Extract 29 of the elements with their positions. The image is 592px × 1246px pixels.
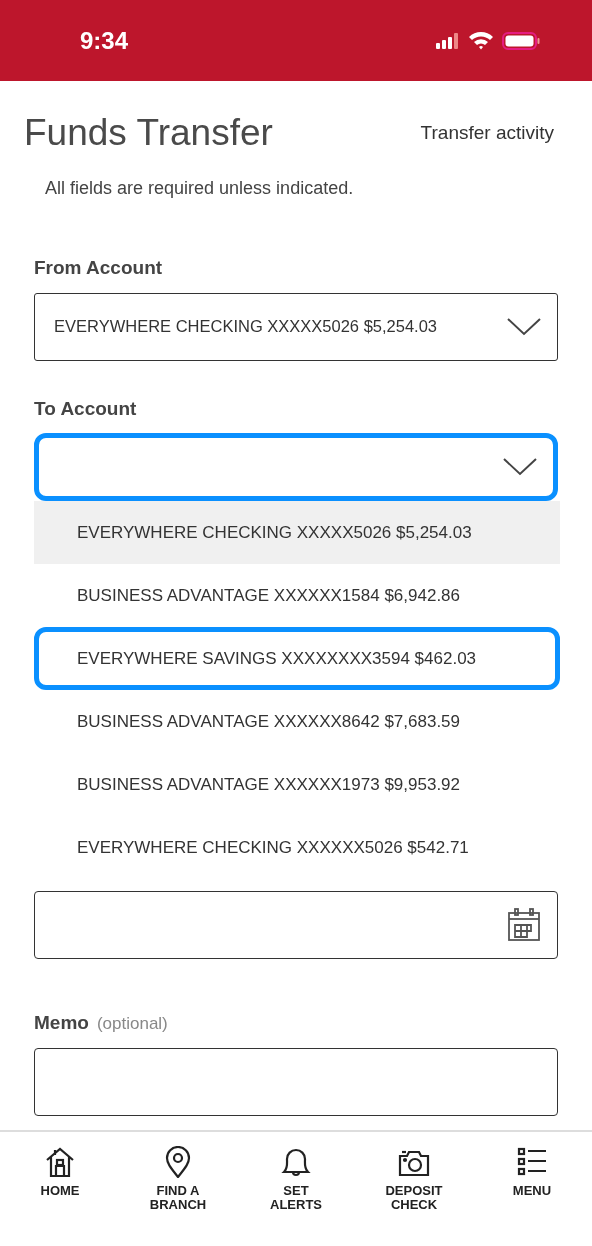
nav-tab[interactable]: HOME bbox=[14, 1146, 106, 1246]
battery-icon bbox=[502, 31, 540, 50]
house-icon bbox=[44, 1146, 76, 1178]
chevron-down-icon bbox=[503, 458, 537, 476]
wifi-icon bbox=[468, 31, 494, 50]
clock-time: 9:34 bbox=[80, 25, 129, 56]
calendar-icon bbox=[507, 908, 541, 942]
field-label: Memo bbox=[34, 1011, 89, 1035]
signal-icon bbox=[436, 32, 460, 49]
to-account-dropdown[interactable] bbox=[34, 433, 558, 501]
transfer-activity-link[interactable]: Transfer activity bbox=[420, 118, 554, 148]
account-option[interactable]: EVERYWHERE CHECKING XXXXX5026 $5,254.03 bbox=[34, 501, 560, 564]
date-field[interactable] bbox=[34, 891, 558, 959]
nav-tab[interactable]: DEPOSIT CHECK bbox=[368, 1146, 460, 1246]
page-title: Funds Transfer bbox=[24, 111, 273, 155]
nav-tab[interactable]: MENU bbox=[486, 1146, 578, 1246]
bell-icon bbox=[280, 1146, 312, 1178]
optional-hint: (optional) bbox=[96, 1013, 168, 1035]
list-icon bbox=[516, 1146, 548, 1178]
field-label: From Account bbox=[34, 256, 164, 280]
memo-field[interactable] bbox=[34, 1047, 558, 1116]
field-label: To Account bbox=[34, 396, 138, 421]
required-fields-note: All fields are required unless indicated. bbox=[45, 177, 355, 200]
from-account-dropdown[interactable]: EVERYWHERE CHECKING XXXXX5026 $5,254.03 bbox=[34, 292, 558, 361]
selected-account: EVERYWHERE CHECKING XXXXX5026 $5,254.03 bbox=[54, 316, 438, 338]
chevron-down-icon bbox=[507, 317, 541, 336]
nav-tab[interactable]: SET ALERTS bbox=[250, 1146, 342, 1246]
nav-tab[interactable]: FIND A BRANCH bbox=[132, 1146, 224, 1246]
account-option[interactable]: EVERYWHERE SAVINGS XXXXXXXX3594 $462.03 bbox=[34, 627, 560, 690]
